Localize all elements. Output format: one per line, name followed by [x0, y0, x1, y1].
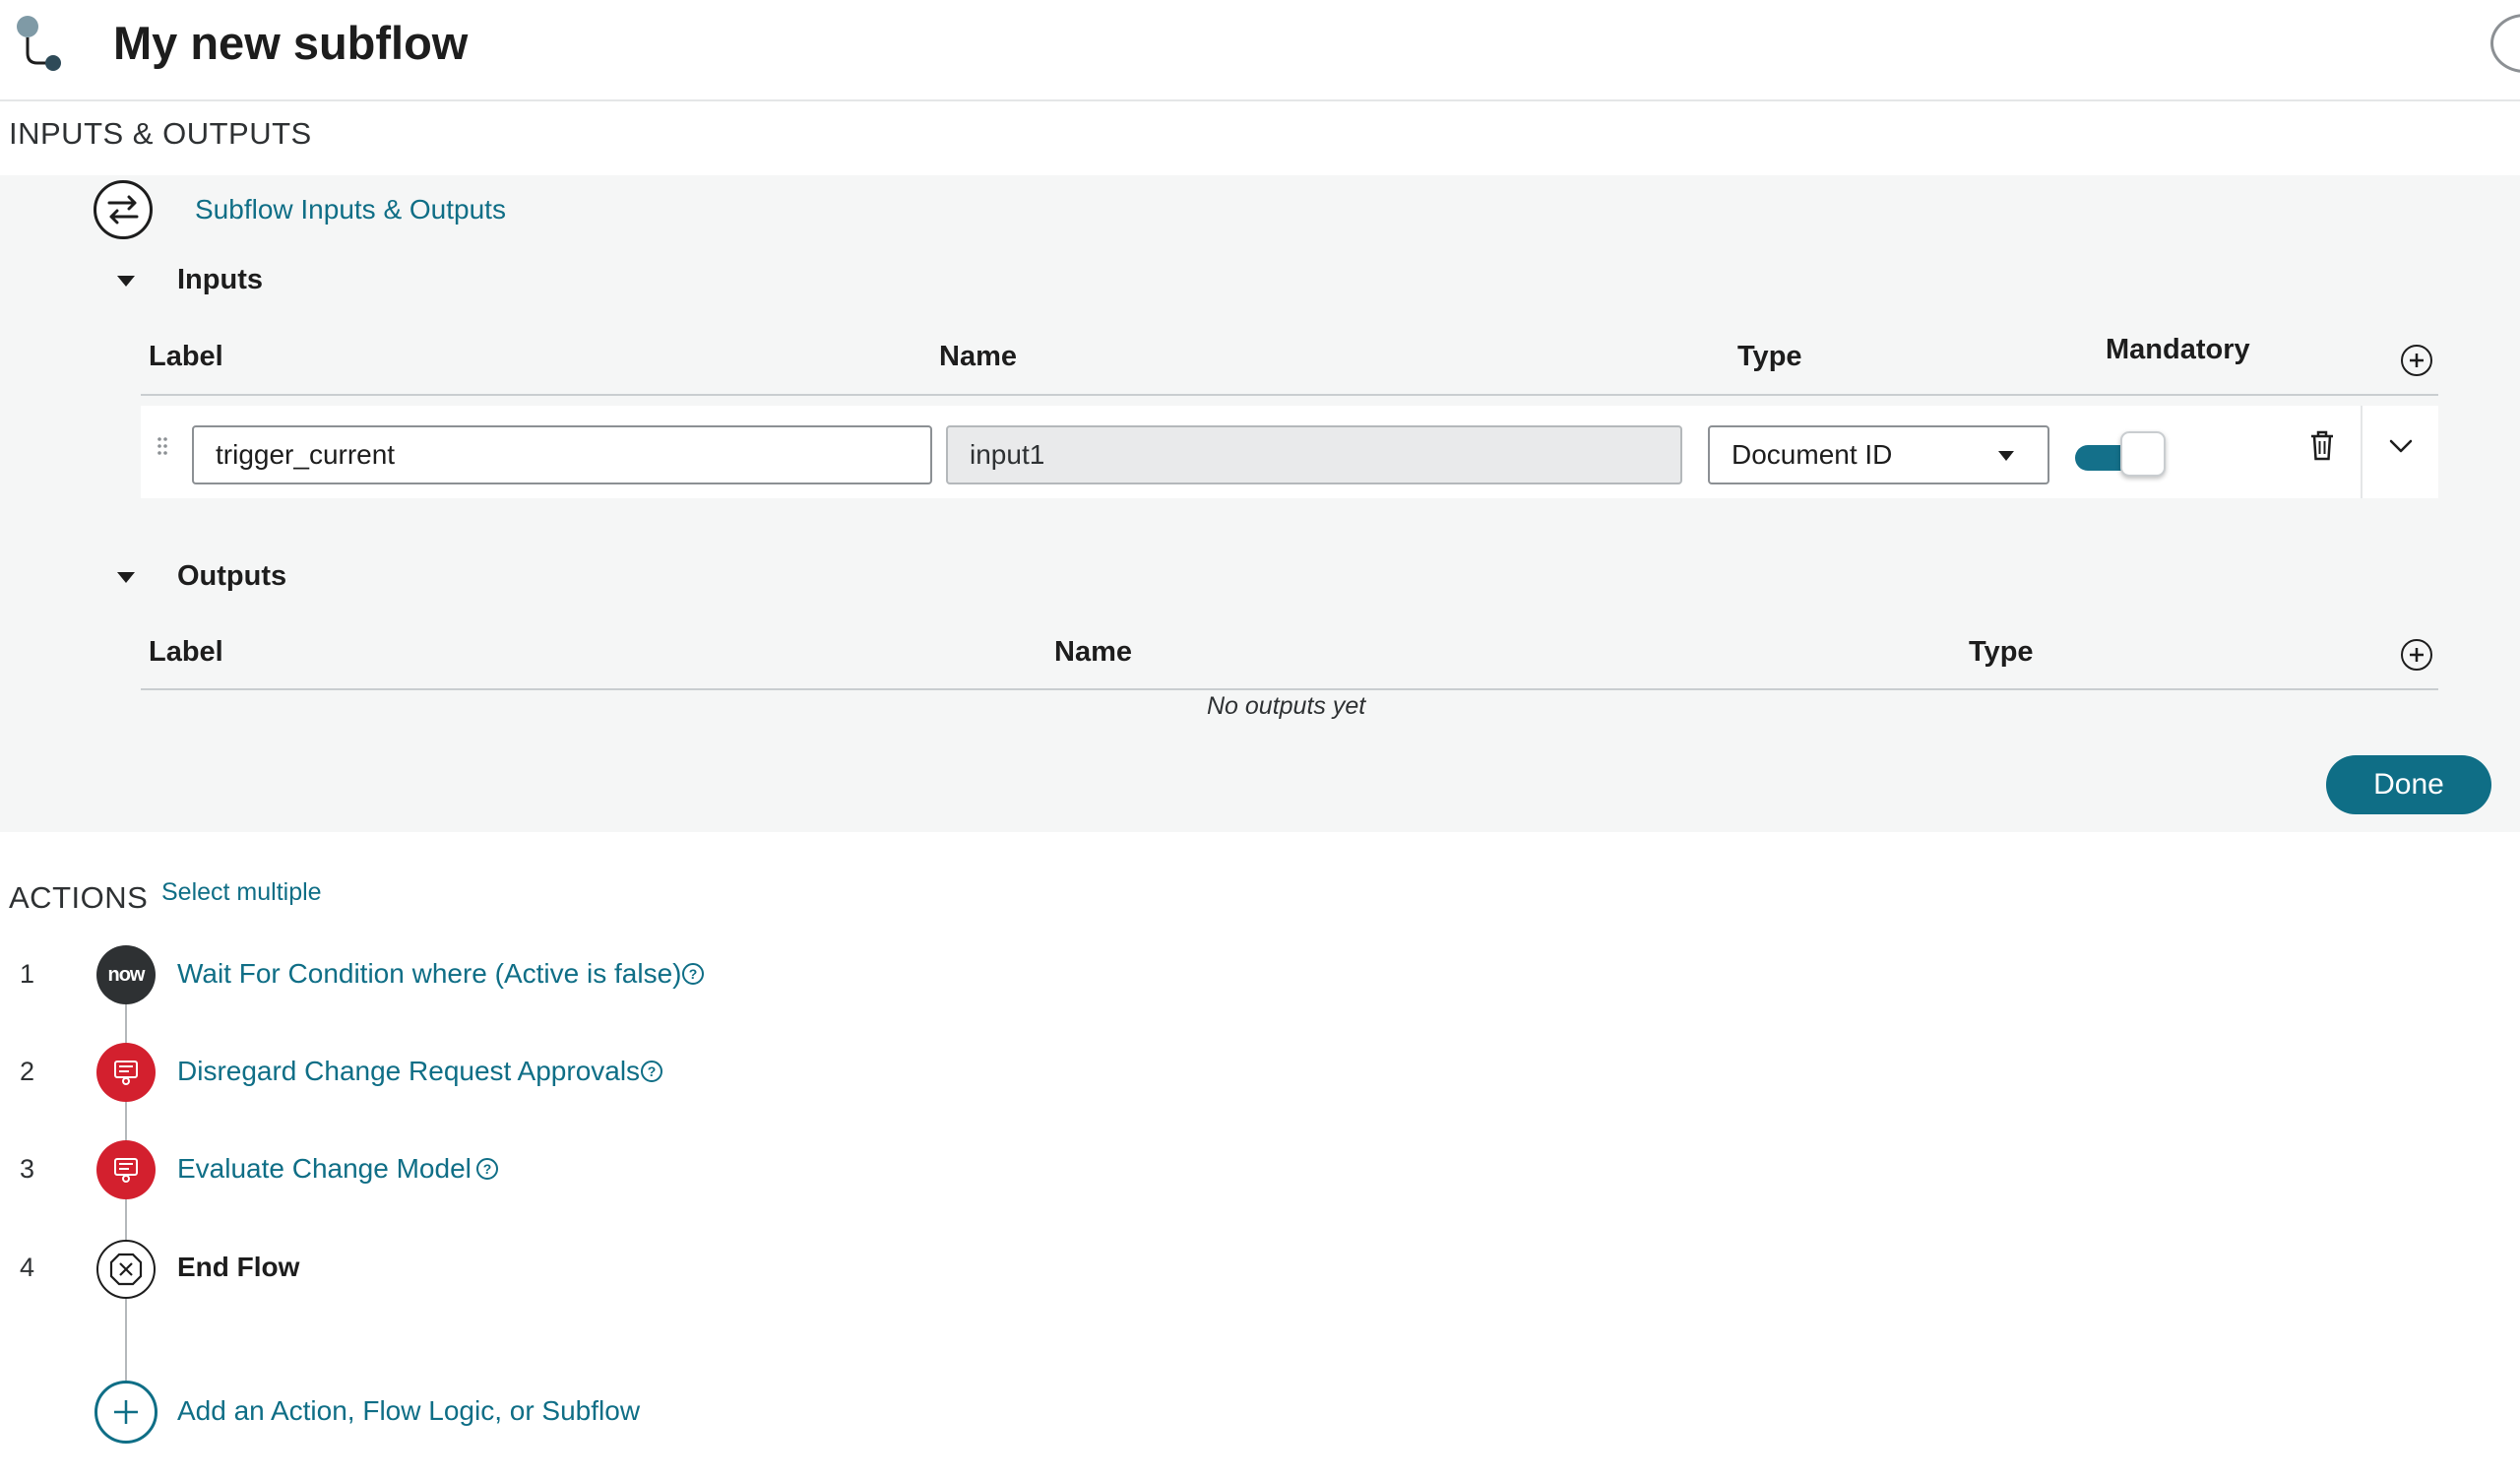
- spoke-action-icon: [96, 1140, 156, 1199]
- swap-arrows-icon: [94, 180, 153, 239]
- drag-handle-icon[interactable]: [156, 435, 169, 457]
- step-evaluate-change-model[interactable]: Evaluate Change Model: [177, 1153, 472, 1185]
- input-label-field[interactable]: trigger_current: [192, 425, 932, 484]
- end-flow-icon: [96, 1240, 156, 1299]
- step-number: 1: [20, 959, 35, 989]
- step-disregard-approvals[interactable]: Disregard Change Request Approvals: [177, 1056, 640, 1087]
- inputs-collapse-toggle[interactable]: [111, 267, 141, 296]
- chevron-down-icon[interactable]: [2386, 433, 2416, 459]
- done-button[interactable]: Done: [2326, 755, 2491, 814]
- step-number: 2: [20, 1057, 35, 1086]
- trash-icon[interactable]: [2307, 429, 2337, 463]
- inputs-col-mandatory: Mandatory: [2106, 334, 2250, 365]
- no-outputs-message: No outputs yet: [1207, 692, 1366, 720]
- inputs-title: Inputs: [177, 264, 263, 295]
- input-type-value: Document ID: [1732, 439, 1893, 470]
- inputs-outputs-section-label: INPUTS & OUTPUTS: [9, 116, 312, 151]
- select-multiple-link[interactable]: Select multiple: [161, 878, 322, 907]
- row-separator: [2361, 406, 2362, 498]
- now-logo-text: now: [107, 963, 146, 986]
- header-menu-button[interactable]: [2490, 14, 2520, 73]
- outputs-col-label: Label: [149, 636, 223, 668]
- change-request-icon: [114, 1158, 138, 1183]
- inputs-outputs-panel: [0, 175, 2520, 832]
- inputs-col-name: Name: [939, 341, 1017, 372]
- add-output-button[interactable]: [2401, 639, 2432, 671]
- page-title: My new subflow: [113, 17, 469, 69]
- now-logo-icon: now: [96, 945, 156, 1004]
- step-end-flow[interactable]: End Flow: [177, 1252, 299, 1283]
- spoke-action-icon: [96, 1043, 156, 1102]
- header-bar: My new subflow: [0, 0, 2520, 101]
- outputs-col-name: Name: [1054, 636, 1132, 668]
- help-icon[interactable]: ?: [682, 963, 704, 985]
- actions-section-label: ACTIONS: [9, 880, 149, 915]
- inputs-col-label: Label: [149, 341, 223, 372]
- plus-icon: [2410, 354, 2424, 367]
- mandatory-toggle[interactable]: [2075, 431, 2168, 479]
- caret-down-icon: [117, 276, 135, 287]
- add-action-link[interactable]: Add an Action, Flow Logic, or Subflow: [177, 1395, 640, 1427]
- input-name-field[interactable]: input1: [946, 425, 1682, 484]
- plus-icon: [2410, 648, 2424, 662]
- add-action-button[interactable]: [94, 1381, 158, 1444]
- step-wait-for-condition[interactable]: Wait For Condition where (Active is fals…: [177, 958, 681, 990]
- toggle-knob: [2120, 431, 2166, 477]
- help-icon[interactable]: ?: [641, 1061, 662, 1082]
- step-number: 3: [20, 1154, 35, 1184]
- subflow-icon: [17, 16, 61, 71]
- inputs-header-divider: [141, 394, 2438, 396]
- outputs-header-divider: [141, 688, 2438, 690]
- outputs-title: Outputs: [177, 560, 287, 592]
- input-type-select[interactable]: Document ID: [1708, 425, 2049, 484]
- change-request-icon: [114, 1061, 138, 1085]
- outputs-collapse-toggle[interactable]: [111, 563, 141, 593]
- add-input-button[interactable]: [2401, 345, 2432, 376]
- help-icon[interactable]: ?: [476, 1158, 498, 1180]
- inputs-col-type: Type: [1737, 341, 1802, 372]
- end-octagon-icon: [109, 1253, 143, 1286]
- caret-down-icon: [117, 572, 135, 583]
- step-number: 4: [20, 1253, 35, 1282]
- subflow-inputs-outputs-link[interactable]: Subflow Inputs & Outputs: [195, 194, 506, 225]
- caret-down-icon: [1998, 451, 2014, 461]
- plus-icon: [114, 1400, 138, 1424]
- outputs-col-type: Type: [1969, 636, 2034, 668]
